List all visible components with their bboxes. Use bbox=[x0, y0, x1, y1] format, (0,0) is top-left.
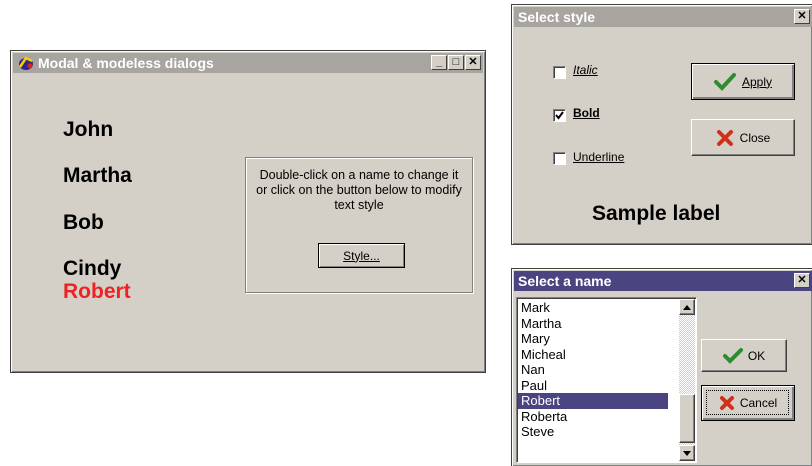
listbox-scrollbar[interactable] bbox=[679, 299, 695, 461]
ok-button[interactable]: OK bbox=[701, 339, 787, 372]
close-dialog-button[interactable]: Close bbox=[691, 119, 795, 156]
up-arrow-icon bbox=[683, 304, 691, 310]
main-window: Modal & modeless dialogs _ □ ✕ John Mart… bbox=[10, 50, 486, 373]
apply-button[interactable]: Apply bbox=[691, 63, 795, 100]
underline-checkbox[interactable] bbox=[553, 152, 566, 165]
help-groupbox: Double-click on a name to change it or c… bbox=[245, 157, 473, 293]
help-text: Double-click on a name to change it or c… bbox=[256, 168, 462, 212]
maximize-button[interactable]: □ bbox=[448, 55, 464, 70]
apply-button-label: Apply bbox=[741, 74, 773, 89]
check-icon bbox=[713, 72, 736, 91]
sample-label: Sample label bbox=[592, 202, 721, 225]
list-item[interactable]: Mark bbox=[518, 300, 668, 316]
select-name-title: Select a name bbox=[518, 273, 612, 289]
select-style-dialog: Select style ✕ Italic Bold Underline App… bbox=[511, 4, 812, 245]
list-item[interactable]: Nan bbox=[518, 362, 668, 378]
minimize-button[interactable]: _ bbox=[431, 55, 447, 70]
check-icon bbox=[722, 347, 743, 364]
ok-button-label: OK bbox=[747, 348, 766, 363]
italic-checkbox[interactable] bbox=[553, 66, 566, 79]
main-window-titlebar[interactable]: Modal & modeless dialogs _ □ ✕ bbox=[13, 53, 483, 73]
list-item[interactable]: Roberta bbox=[518, 409, 668, 425]
bold-checkbox[interactable] bbox=[553, 109, 566, 122]
x-icon bbox=[716, 129, 733, 146]
select-name-titlebar[interactable]: Select a name ✕ bbox=[514, 271, 812, 291]
name-label-martha[interactable]: Martha bbox=[63, 164, 132, 188]
list-item[interactable]: Martha bbox=[518, 316, 668, 332]
name-label-bob[interactable]: Bob bbox=[63, 211, 104, 235]
style-dialog-close-button[interactable]: ✕ bbox=[794, 9, 810, 24]
style-button-label: Style... bbox=[343, 248, 380, 263]
list-item[interactable]: Robert bbox=[518, 393, 668, 409]
name-label-cindy[interactable]: Cindy bbox=[63, 257, 121, 281]
down-arrow-icon bbox=[683, 450, 691, 456]
list-item[interactable]: Mary bbox=[518, 331, 668, 347]
list-item[interactable]: Micheal bbox=[518, 347, 668, 363]
list-item[interactable]: Paul bbox=[518, 378, 668, 394]
underline-label[interactable]: Underline bbox=[573, 150, 624, 164]
style-button[interactable]: Style... bbox=[318, 243, 405, 268]
bold-label[interactable]: Bold bbox=[573, 106, 600, 120]
name-dialog-close-button[interactable]: ✕ bbox=[794, 273, 810, 288]
checkmark-icon bbox=[555, 111, 564, 120]
names-listbox[interactable]: Mark Martha Mary Micheal Nan Paul Robert Robert… bbox=[516, 297, 697, 463]
close-button-label: Close bbox=[739, 130, 771, 145]
close-button[interactable]: ✕ bbox=[465, 55, 481, 70]
scroll-thumb[interactable] bbox=[679, 394, 695, 443]
select-style-title: Select style bbox=[518, 9, 596, 25]
name-label-robert[interactable]: Robert bbox=[63, 280, 131, 304]
italic-label[interactable]: Italic bbox=[573, 63, 598, 77]
main-window-title: Modal & modeless dialogs bbox=[38, 55, 214, 71]
scroll-up-button[interactable] bbox=[679, 299, 695, 315]
focus-rect bbox=[706, 390, 789, 415]
name-label-john[interactable]: John bbox=[63, 118, 113, 142]
scroll-down-button[interactable] bbox=[679, 445, 695, 461]
cancel-button[interactable]: Cancel bbox=[701, 385, 795, 421]
list-item[interactable]: Steve bbox=[518, 424, 668, 440]
select-style-titlebar[interactable]: Select style ✕ bbox=[514, 7, 812, 27]
app-icon bbox=[17, 55, 35, 71]
select-name-dialog: Select a name ✕ Mark Martha Mary Micheal Nan… bbox=[511, 268, 812, 466]
